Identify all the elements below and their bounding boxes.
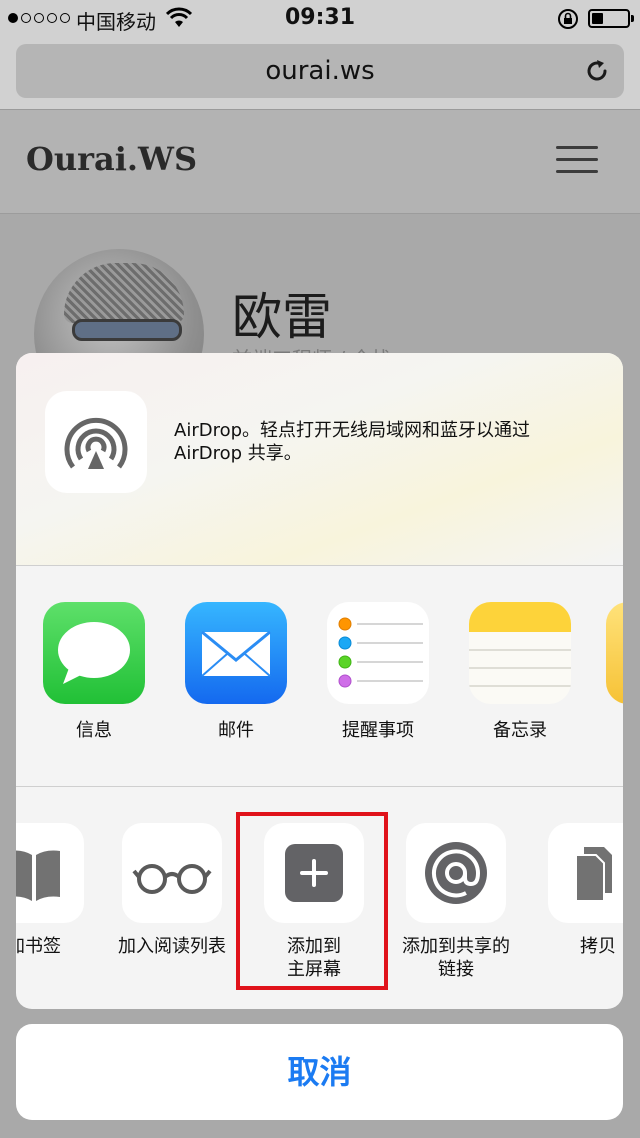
- airdrop-icon[interactable]: [45, 391, 147, 493]
- share-app-mail[interactable]: 邮件: [176, 602, 296, 742]
- browser-toolbar: ourai.ws: [0, 36, 640, 110]
- at-sign-icon: [406, 823, 506, 923]
- mail-icon: [185, 602, 287, 704]
- highlight-box: [236, 812, 388, 990]
- site-header: Ourai.WS: [0, 110, 640, 214]
- status-bar: 中国移动 09:31: [0, 0, 640, 36]
- action-bookmark[interactable]: 加书签: [16, 823, 104, 958]
- app-label: 邮件: [218, 720, 254, 741]
- app-label: 备忘录: [493, 720, 547, 741]
- app-label: 信息: [76, 720, 112, 741]
- glasses-icon: [122, 823, 222, 923]
- notes-icon: [469, 602, 571, 704]
- reload-icon[interactable]: [584, 58, 610, 88]
- address-bar[interactable]: ourai.ws: [16, 44, 624, 98]
- share-app-partial[interactable]: [606, 602, 623, 704]
- copy-icon: [548, 823, 623, 923]
- share-apps-row: 信息 邮件 提醒事项 备忘录: [16, 567, 623, 787]
- share-app-reminders[interactable]: 提醒事项: [318, 602, 438, 742]
- share-app-notes[interactable]: 备忘录: [460, 602, 580, 742]
- cancel-button[interactable]: 取消: [16, 1024, 623, 1120]
- app-label: 提醒事项: [342, 720, 414, 741]
- action-label: 添加到共享的 链接: [402, 936, 510, 980]
- share-app-messages[interactable]: 信息: [34, 602, 154, 742]
- action-label: 拷贝: [580, 936, 616, 957]
- url-text: ourai.ws: [265, 56, 375, 86]
- site-logo[interactable]: Ourai.WS: [26, 140, 197, 178]
- airdrop-description: AirDrop。轻点打开无线局域网和蓝牙以通过 AirDrop 共享。: [174, 420, 531, 464]
- messages-icon: [43, 602, 145, 704]
- battery-icon: [588, 9, 634, 28]
- action-label: 加入阅读列表: [118, 936, 226, 957]
- airdrop-section: AirDrop。轻点打开无线局域网和蓝牙以通过 AirDrop 共享。: [16, 353, 623, 566]
- rotation-lock-icon: [557, 8, 579, 34]
- author-name: 欧雷: [232, 288, 332, 346]
- action-label: 加书签: [16, 936, 61, 957]
- status-time: 09:31: [284, 5, 356, 30]
- hamburger-menu-icon[interactable]: [556, 146, 598, 178]
- action-copy[interactable]: 拷贝: [528, 823, 623, 958]
- reminders-icon: [327, 602, 429, 704]
- action-add-shared-link[interactable]: 添加到共享的 链接: [386, 823, 526, 981]
- action-reading-list[interactable]: 加入阅读列表: [102, 823, 242, 958]
- app-icon-partial: [606, 602, 623, 704]
- book-icon: [16, 823, 84, 923]
